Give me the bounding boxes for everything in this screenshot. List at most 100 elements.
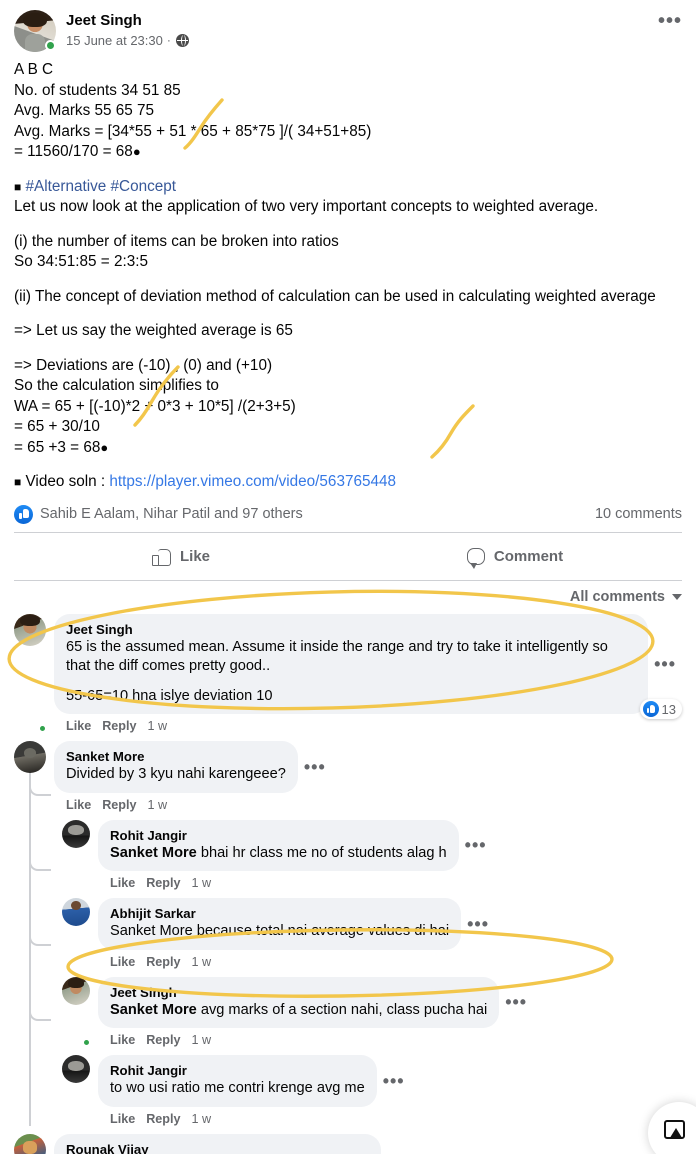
comment-reply-button[interactable]: Reply — [102, 798, 136, 812]
comments-count[interactable]: 10 comments — [595, 506, 682, 522]
comment-avatar[interactable] — [62, 976, 91, 1047]
image-upload-icon — [663, 1119, 685, 1139]
comment-sort-row[interactable]: All comments — [0, 581, 696, 609]
comment-actions: Like Reply 1 w — [98, 950, 682, 969]
avatar-image — [62, 898, 90, 926]
comment-body: Abhijit Sarkar Sanket More because total… — [98, 898, 682, 969]
online-status-dot — [82, 1038, 91, 1047]
comment-bubble-row: Sanket More Divided by 3 kyu nahi kareng… — [54, 741, 682, 793]
comment-mention[interactable]: Sanket More — [110, 845, 197, 861]
comment-bubble: Sanket More Divided by 3 kyu nahi kareng… — [54, 741, 298, 793]
comment-like-button[interactable]: Like — [110, 876, 135, 890]
comment-author-name[interactable]: Abhijit Sarkar — [110, 905, 449, 922]
comment-timestamp: 1 w — [191, 1111, 212, 1126]
comment-like-button[interactable]: Like — [110, 1112, 135, 1126]
comment-options-ellipsis-icon[interactable]: ••• — [298, 758, 332, 776]
comment-sort-label[interactable]: All comments — [570, 589, 665, 605]
post-author-avatar[interactable] — [14, 10, 56, 52]
comment-text-p2: 55-65=10 hna islye deviation 10 — [66, 687, 273, 704]
comment-bubble: Rounak Vijay Jeet Singh Sir, I used Alli… — [54, 1133, 381, 1154]
comment-avatar[interactable] — [14, 613, 47, 733]
comment-avatar[interactable] — [14, 741, 46, 812]
globe-public-icon — [175, 34, 189, 47]
comment-actions: Like Reply 1 w — [54, 793, 682, 812]
comment-author-name[interactable]: Rohit Jangir — [110, 1062, 365, 1079]
comment-avatar[interactable] — [62, 898, 90, 969]
comment-item: Rounak Vijay Jeet Singh Sir, I used Alli… — [14, 1133, 682, 1154]
comment-options-ellipsis-icon[interactable]: ••• — [461, 915, 495, 933]
comment-reply-button[interactable]: Reply — [146, 876, 180, 890]
comment-reply-button[interactable]: Reply — [102, 719, 136, 733]
like-thumbsup-icon — [642, 701, 659, 717]
comment-button[interactable]: Comment — [348, 540, 682, 573]
post-timestamp[interactable]: 15 June at 23:30 — [66, 32, 163, 49]
chevron-down-icon[interactable] — [672, 593, 682, 600]
comment-body: Rounak Vijay Jeet Singh Sir, I used Alli… — [54, 1133, 682, 1154]
comment-author-name[interactable]: Rounak Vijay — [66, 1141, 369, 1154]
post-header: Jeet Singh 15 June at 23:30 · ••• — [0, 0, 696, 56]
comment-avatar[interactable] — [14, 1133, 46, 1154]
like-thumbsup-icon — [14, 504, 33, 524]
post-meta: 15 June at 23:30 · — [66, 32, 189, 49]
filled-circle-glyph-2: ● — [100, 439, 109, 455]
like-button[interactable]: Like — [14, 540, 348, 573]
comment-item: Sanket More Divided by 3 kyu nahi kareng… — [14, 741, 682, 812]
comment-bubble-row: Abhijit Sarkar Sanket More because total… — [98, 898, 682, 950]
comment-avatar[interactable] — [62, 1055, 90, 1126]
comment-reply-item: Rohit Jangir Sanket More bhai hr class m… — [62, 819, 682, 891]
comment-text: to wo usi ratio me contri krenge avg me — [110, 1080, 365, 1096]
comment-author-name[interactable]: Sanket More — [66, 748, 286, 765]
avatar-image — [14, 741, 46, 773]
hashtag-link[interactable]: #Alternative #Concept — [26, 178, 177, 195]
comment-mention[interactable]: Sanket More — [110, 1002, 197, 1018]
comment-timestamp: 1 w — [191, 1033, 212, 1047]
comment-author-name[interactable]: Rohit Jangir — [110, 827, 447, 844]
comment-text: Sanket More because total nai average va… — [110, 923, 450, 939]
online-status-dot — [38, 724, 47, 733]
comment-like-button[interactable]: Like — [110, 1033, 135, 1047]
comment-bubble: Abhijit Sarkar Sanket More because total… — [98, 898, 462, 950]
comment-bubble: Jeet Singh 65 is the assumed mean. Assum… — [54, 613, 649, 714]
post-paragraph-deviation-calc: => Deviations are (-10) , (0) and (+10) S… — [14, 356, 296, 456]
reactions-summary[interactable]: Sahib E Aalam, Nihar Patil and 97 others — [14, 504, 303, 524]
comment-bubble-row: Rohit Jangir Sanket More bhai hr class m… — [98, 819, 682, 871]
comment-author-name[interactable]: Jeet Singh — [66, 621, 636, 638]
comment-like-button[interactable]: Like — [66, 798, 91, 812]
comment-options-ellipsis-icon[interactable]: ••• — [648, 655, 682, 673]
comment-options-ellipsis-icon[interactable]: ••• — [459, 836, 493, 854]
comment-button-label: Comment — [493, 547, 564, 565]
post-author-name[interactable]: Jeet Singh — [66, 11, 189, 30]
comment-text-rest: avg marks of a section nahi, class pucha… — [196, 1001, 488, 1018]
comment-avatar[interactable] — [62, 819, 90, 891]
comment-actions: Like Reply 1 w — [98, 1028, 682, 1047]
comment-options-ellipsis-icon[interactable]: ••• — [377, 1072, 411, 1090]
comment-options-ellipsis-icon[interactable]: ••• — [499, 993, 533, 1011]
thumbs-up-outline-icon — [151, 547, 171, 566]
comment-text: 65 is the assumed mean. Assume it inside… — [66, 638, 636, 707]
facebook-post-screen: Jeet Singh 15 June at 23:30 · ••• A B CN… — [0, 0, 696, 1154]
comment-reply-item: Abhijit Sarkar Sanket More because total… — [62, 898, 682, 969]
comment-reaction-badge[interactable]: 13 — [639, 699, 682, 719]
comments-list: Jeet Singh 65 is the assumed mean. Assum… — [0, 613, 696, 1154]
comment-reply-button[interactable]: Reply — [146, 955, 180, 969]
comment-author-name[interactable]: Jeet Singh — [110, 984, 487, 1001]
black-square-glyph-2: ■ — [14, 475, 22, 489]
comment-reply-button[interactable]: Reply — [146, 1033, 180, 1047]
comment-bubble-row: Rohit Jangir to wo usi ratio me contri k… — [98, 1055, 682, 1107]
meta-separator-dot: · — [166, 33, 171, 47]
post-paragraph-hashtags: ■ #Alternative #Concept Let us now look a… — [14, 177, 682, 218]
comment-reply-button[interactable]: Reply — [146, 1112, 180, 1126]
comment-bubble: Rohit Jangir Sanket More bhai hr class m… — [98, 819, 459, 871]
comment-like-button[interactable]: Like — [110, 955, 135, 969]
online-status-dot — [45, 40, 56, 51]
reactions-text[interactable]: Sahib E Aalam, Nihar Patil and 97 others — [40, 506, 303, 522]
comment-like-button[interactable]: Like — [66, 719, 91, 733]
video-link[interactable]: https://player.vimeo.com/video/563765448 — [109, 473, 396, 490]
post-engagement-row: Sahib E Aalam, Nihar Patil and 97 others… — [0, 493, 696, 532]
post-options-ellipsis-icon[interactable]: ••• — [658, 11, 682, 31]
comment-actions: Like Reply 1 w — [98, 1107, 682, 1126]
post-paragraph-table: A B C No. of students 34 51 85 Avg. Marks … — [14, 61, 372, 160]
post-paragraph-concept-2: (ii) The concept of deviation method of … — [14, 287, 656, 305]
post-intro-line: Let us now look at the application of tw… — [14, 198, 599, 215]
comment-bubble: Jeet Singh Sanket More avg marks of a se… — [98, 976, 500, 1028]
